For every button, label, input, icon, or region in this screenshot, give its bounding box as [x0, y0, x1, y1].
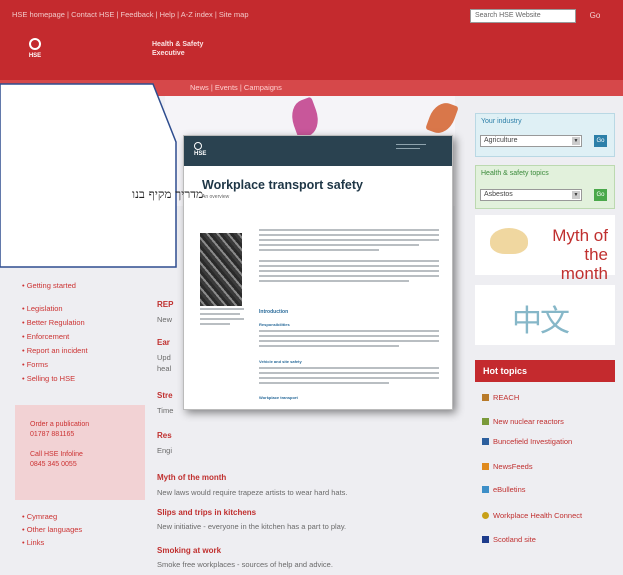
- scotland-icon: [482, 536, 489, 543]
- document-section-heading: Vehicle and site safety: [259, 359, 302, 364]
- top-links[interactable]: HSE homepage | Contact HSE | Feedback | …: [12, 10, 249, 19]
- agency-name: Health & Safety Executive: [152, 41, 204, 57]
- document-section-heading: Introduction: [259, 309, 289, 315]
- document-photo: [200, 233, 242, 306]
- investigation-icon: [482, 438, 489, 445]
- hot-topic-label: REACH: [493, 393, 520, 402]
- news-body: Engi: [157, 446, 173, 455]
- news-title[interactable]: Stre: [157, 391, 173, 400]
- news-body: New initiative - everyone in the kitchen…: [157, 522, 347, 531]
- left-nav-item[interactable]: Links: [22, 538, 45, 547]
- left-nav-item[interactable]: Getting started: [22, 281, 76, 290]
- myth-banner-text: Myth of the month: [552, 226, 608, 283]
- chinese-text: 中文: [512, 305, 570, 338]
- hot-topics-title: Hot topics: [483, 366, 527, 376]
- callout-bubble: [0, 83, 177, 268]
- document-title: Workplace transport safety: [202, 178, 363, 192]
- industry-select[interactable]: Agriculture ▼: [480, 135, 582, 147]
- nav-links[interactable]: News | Events | Campaigns: [190, 83, 282, 92]
- topics-go-button[interactable]: Go: [594, 189, 607, 201]
- document-header-text: [396, 144, 426, 152]
- news-title[interactable]: Res: [157, 431, 172, 440]
- connect-icon: [482, 512, 489, 519]
- news-body: New: [157, 315, 173, 324]
- news-title-smoking[interactable]: Smoking at work: [157, 546, 221, 555]
- bulletin-icon: [482, 486, 489, 493]
- header-band: [0, 30, 623, 80]
- left-nav-item[interactable]: Better Regulation: [22, 318, 85, 327]
- reach-icon: [482, 394, 489, 401]
- industry-go-button[interactable]: Go: [594, 135, 607, 147]
- hard-hat-icon: [490, 228, 528, 254]
- left-nav-item[interactable]: Enforcement: [22, 332, 70, 341]
- document-subtitle: An overview: [202, 194, 230, 200]
- document-body-text: [259, 330, 439, 350]
- reactor-icon: [482, 418, 489, 425]
- hot-topic-label: Workplace Health Connect: [493, 511, 583, 520]
- topics-select-value: Asbestos: [484, 191, 513, 198]
- topics-box: Health & safety topics: [475, 165, 615, 209]
- hse-logo-text: HSE: [28, 53, 42, 59]
- left-nav-item[interactable]: Selling to HSE: [22, 374, 75, 383]
- news-title[interactable]: Ear: [157, 338, 170, 347]
- chevron-down-icon: ▼: [572, 191, 580, 199]
- news-title[interactable]: REP: [157, 300, 173, 309]
- news-body: New laws would require trapeze artists t…: [157, 488, 348, 497]
- document-section-heading: Workplace transport: [259, 395, 298, 400]
- callout-text: מדריך מקיף בנו: [132, 187, 204, 201]
- document-section-heading: Responsibilities: [259, 322, 290, 327]
- news-title-myth[interactable]: Myth of the month: [157, 473, 226, 482]
- topics-label: Health & safety topics: [481, 170, 549, 177]
- infoline-phone: 0845 345 0055: [30, 461, 77, 468]
- news-body: heal: [157, 364, 172, 373]
- hot-topic-item[interactable]: Workplace Health Connect: [482, 511, 582, 520]
- rss-icon: [482, 463, 489, 470]
- news-body: Time: [157, 406, 174, 415]
- left-nav-item[interactable]: Other languages: [22, 525, 82, 534]
- hot-topic-item[interactable]: Scotland site: [482, 535, 536, 544]
- infoline-link[interactable]: Call HSE Infoline: [30, 450, 83, 459]
- topics-select[interactable]: Asbestos ▼: [480, 189, 582, 201]
- document-body-text: [259, 367, 439, 387]
- search-go-button[interactable]: Go: [584, 9, 606, 23]
- news-body: Upd: [157, 353, 171, 362]
- news-body: Smoke free workplaces - sources of help …: [157, 560, 333, 569]
- hse-logo[interactable]: HSE: [22, 38, 48, 64]
- hot-topic-label: eBulletins: [493, 485, 526, 494]
- hse-logo-icon: [29, 38, 41, 50]
- industry-label: Your industry: [481, 118, 522, 125]
- search-input[interactable]: Search HSE Website: [470, 9, 576, 23]
- hot-topic-label: NewsFeeds: [493, 462, 533, 471]
- hot-topic-item[interactable]: New nuclear reactors: [482, 417, 564, 426]
- hot-topic-label: New nuclear reactors: [493, 417, 564, 426]
- hot-topic-label: Scotland site: [493, 535, 536, 544]
- order-phone: 01787 881165: [30, 431, 75, 438]
- industry-select-value: Agriculture: [484, 137, 518, 144]
- news-title-kitchens[interactable]: Slips and trips in kitchens: [157, 508, 256, 517]
- hot-topic-item[interactable]: Buncefield Investigation: [482, 437, 572, 446]
- hot-topic-item[interactable]: REACH: [482, 393, 519, 402]
- document-caption: [200, 308, 248, 328]
- document-intro-text: [259, 229, 439, 285]
- hot-topic-label: Buncefield Investigation: [493, 437, 573, 446]
- hot-topic-item[interactable]: eBulletins: [482, 485, 526, 494]
- document-preview[interactable]: HSE Workplace transport safety An overvi…: [183, 135, 453, 410]
- left-nav-item[interactable]: Forms: [22, 360, 48, 369]
- order-publication-link[interactable]: Order a publication: [30, 420, 89, 429]
- left-nav-item[interactable]: Cymraeg: [22, 512, 57, 521]
- hot-topic-item[interactable]: NewsFeeds: [482, 462, 533, 471]
- chevron-down-icon: ▼: [572, 137, 580, 145]
- left-nav-item[interactable]: Report an incident: [22, 346, 88, 355]
- left-nav-item[interactable]: Legislation: [22, 304, 63, 313]
